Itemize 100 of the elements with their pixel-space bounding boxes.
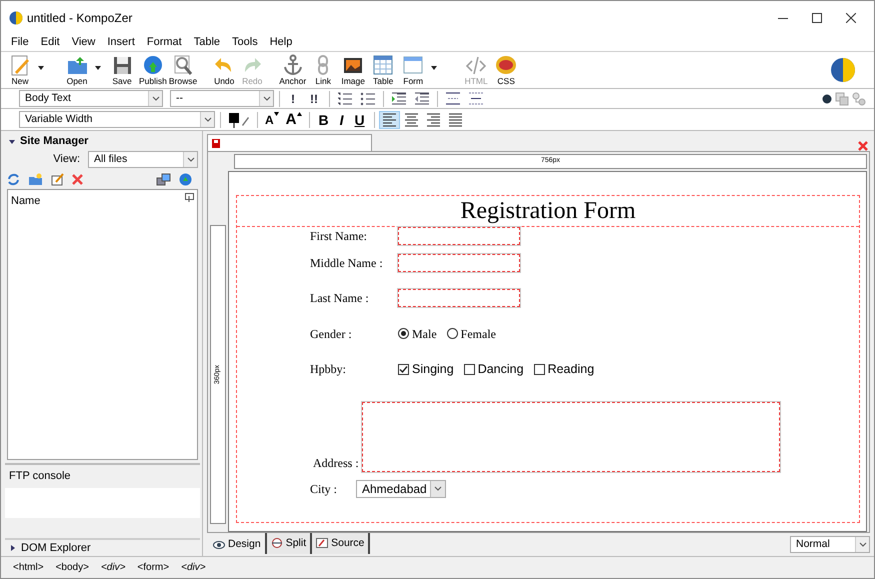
column-header: Name	[11, 194, 40, 209]
toolbar-button[interactable]: Publish	[139, 54, 167, 86]
bulleted-list-button[interactable]	[358, 90, 378, 106]
caret-icon	[95, 66, 101, 70]
menu-item[interactable]: Format	[140, 34, 188, 51]
new-folder-icon	[28, 172, 43, 186]
table-icon	[372, 54, 394, 76]
font-size-button[interactable]: A	[284, 112, 304, 128]
window-icon	[402, 54, 424, 76]
menu-item[interactable]: Tools	[226, 34, 264, 51]
globe-icon	[142, 54, 164, 76]
text-style-button[interactable]: B	[316, 112, 331, 128]
font-select[interactable]: Variable Width	[19, 111, 215, 128]
globe-icon	[830, 57, 856, 83]
field-label: City :	[310, 480, 338, 498]
field-label: Address :	[313, 455, 360, 472]
refresh-icon	[7, 172, 20, 186]
close-icon	[858, 141, 868, 151]
panel-title: DOM Explorer	[21, 540, 91, 556]
folder-icon	[66, 54, 88, 76]
text-color-button[interactable]	[226, 112, 252, 128]
align-button[interactable]	[380, 112, 399, 128]
element-tag[interactable]: <form>	[137, 560, 170, 575]
toolbar-button[interactable]: Table	[370, 54, 396, 86]
column-picker-icon	[185, 193, 194, 202]
numbered-list-icon	[337, 90, 353, 106]
align-center-icon	[404, 112, 419, 128]
palette-icon	[495, 54, 518, 76]
toolbar-button[interactable]: Undo	[211, 54, 238, 86]
text-style-button[interactable]: I	[338, 112, 346, 128]
view-select[interactable]: All files	[88, 151, 198, 168]
justify-icon	[448, 112, 463, 128]
panel-title: Site Manager	[20, 134, 88, 150]
toolbar-button[interactable]: CSS	[493, 54, 520, 86]
view-tab[interactable]: Source	[312, 533, 370, 554]
toolbar-button[interactable]: Form	[400, 54, 426, 86]
field-label: Hpbby:	[310, 361, 347, 378]
class-style-select[interactable]: --	[170, 90, 274, 107]
bulleted-list-icon	[360, 90, 376, 106]
toolbar-button[interactable]: Open	[64, 54, 90, 86]
toolbar-button[interactable]: Save	[109, 54, 135, 86]
text-style-button[interactable]: U	[352, 112, 367, 128]
field-label: Gender :	[310, 326, 353, 343]
menu-item[interactable]: File	[5, 34, 35, 51]
text-input[interactable]	[398, 289, 520, 308]
magnifier-icon	[172, 54, 194, 76]
indent-button[interactable]	[389, 90, 409, 106]
horizontal-rule-button[interactable]	[466, 90, 486, 106]
text-input[interactable]	[398, 254, 520, 272]
linked-nodes-icon	[852, 92, 866, 106]
menu-item[interactable]: View	[66, 34, 102, 51]
checkbox-option[interactable]: Reading	[534, 360, 594, 379]
element-tag[interactable]: <div>	[100, 560, 126, 575]
text-input[interactable]	[398, 227, 520, 245]
element-tag[interactable]: <body>	[56, 560, 89, 575]
delete-icon	[72, 174, 83, 184]
window-title: untitled - KompoZer	[27, 10, 134, 26]
paragraph-style-select[interactable]: Body Text	[19, 90, 163, 107]
emphasis-button[interactable]: !	[289, 90, 297, 106]
menu-item[interactable]: Table	[188, 34, 226, 51]
numbered-list-button[interactable]	[335, 90, 355, 106]
zoom-select[interactable]: Normal	[790, 536, 870, 553]
dark-circle-icon	[822, 94, 832, 104]
globe-icon	[9, 10, 23, 24]
font-size-button[interactable]: A	[263, 112, 281, 128]
city-select[interactable]: Ahmedabad	[356, 480, 446, 498]
horizontal-rule-button[interactable]	[443, 90, 463, 106]
expand-triangle-icon	[11, 545, 15, 551]
maximize-icon	[812, 12, 822, 22]
document-tab[interactable]	[207, 134, 372, 151]
menu-item[interactable]: Edit	[34, 34, 66, 51]
view-tab[interactable]: Split	[266, 533, 312, 554]
menu-item[interactable]: Help	[264, 34, 298, 51]
toolbar-button[interactable]: Anchor	[279, 54, 306, 86]
split-view-icon	[270, 538, 283, 548]
element-tag[interactable]: <div>	[181, 560, 206, 575]
edit-icon	[51, 172, 64, 186]
collapse-triangle-icon	[9, 140, 15, 144]
close-tab-button[interactable]	[856, 141, 870, 151]
layers-icon	[835, 92, 849, 106]
align-left-icon	[382, 112, 397, 128]
radio-option[interactable]: Female	[446, 324, 496, 343]
two-windows-icon	[156, 172, 171, 186]
menu-item[interactable]: Insert	[101, 34, 141, 51]
toolbar-button[interactable]: Image	[340, 54, 366, 86]
horizontal-rule-icon	[468, 90, 484, 106]
emphasis-button[interactable]: !!	[308, 90, 320, 106]
element-tag[interactable]: <html>	[13, 560, 44, 575]
checkbox-option[interactable]: Singing	[398, 360, 454, 379]
form-heading: Registration Form	[237, 196, 859, 227]
outdent-button[interactable]	[412, 90, 432, 106]
source-code-icon	[316, 538, 328, 548]
checkbox-option[interactable]: Dancing	[464, 360, 524, 379]
toolbar-button[interactable]: New	[7, 54, 33, 86]
radio-option[interactable]: Male	[398, 324, 437, 343]
toolbar-button[interactable]: Browse	[168, 54, 198, 86]
align-right-icon	[426, 112, 441, 128]
view-label: View:	[53, 152, 80, 168]
eye-icon	[213, 540, 225, 550]
toolbar-button[interactable]: Link	[310, 54, 336, 86]
